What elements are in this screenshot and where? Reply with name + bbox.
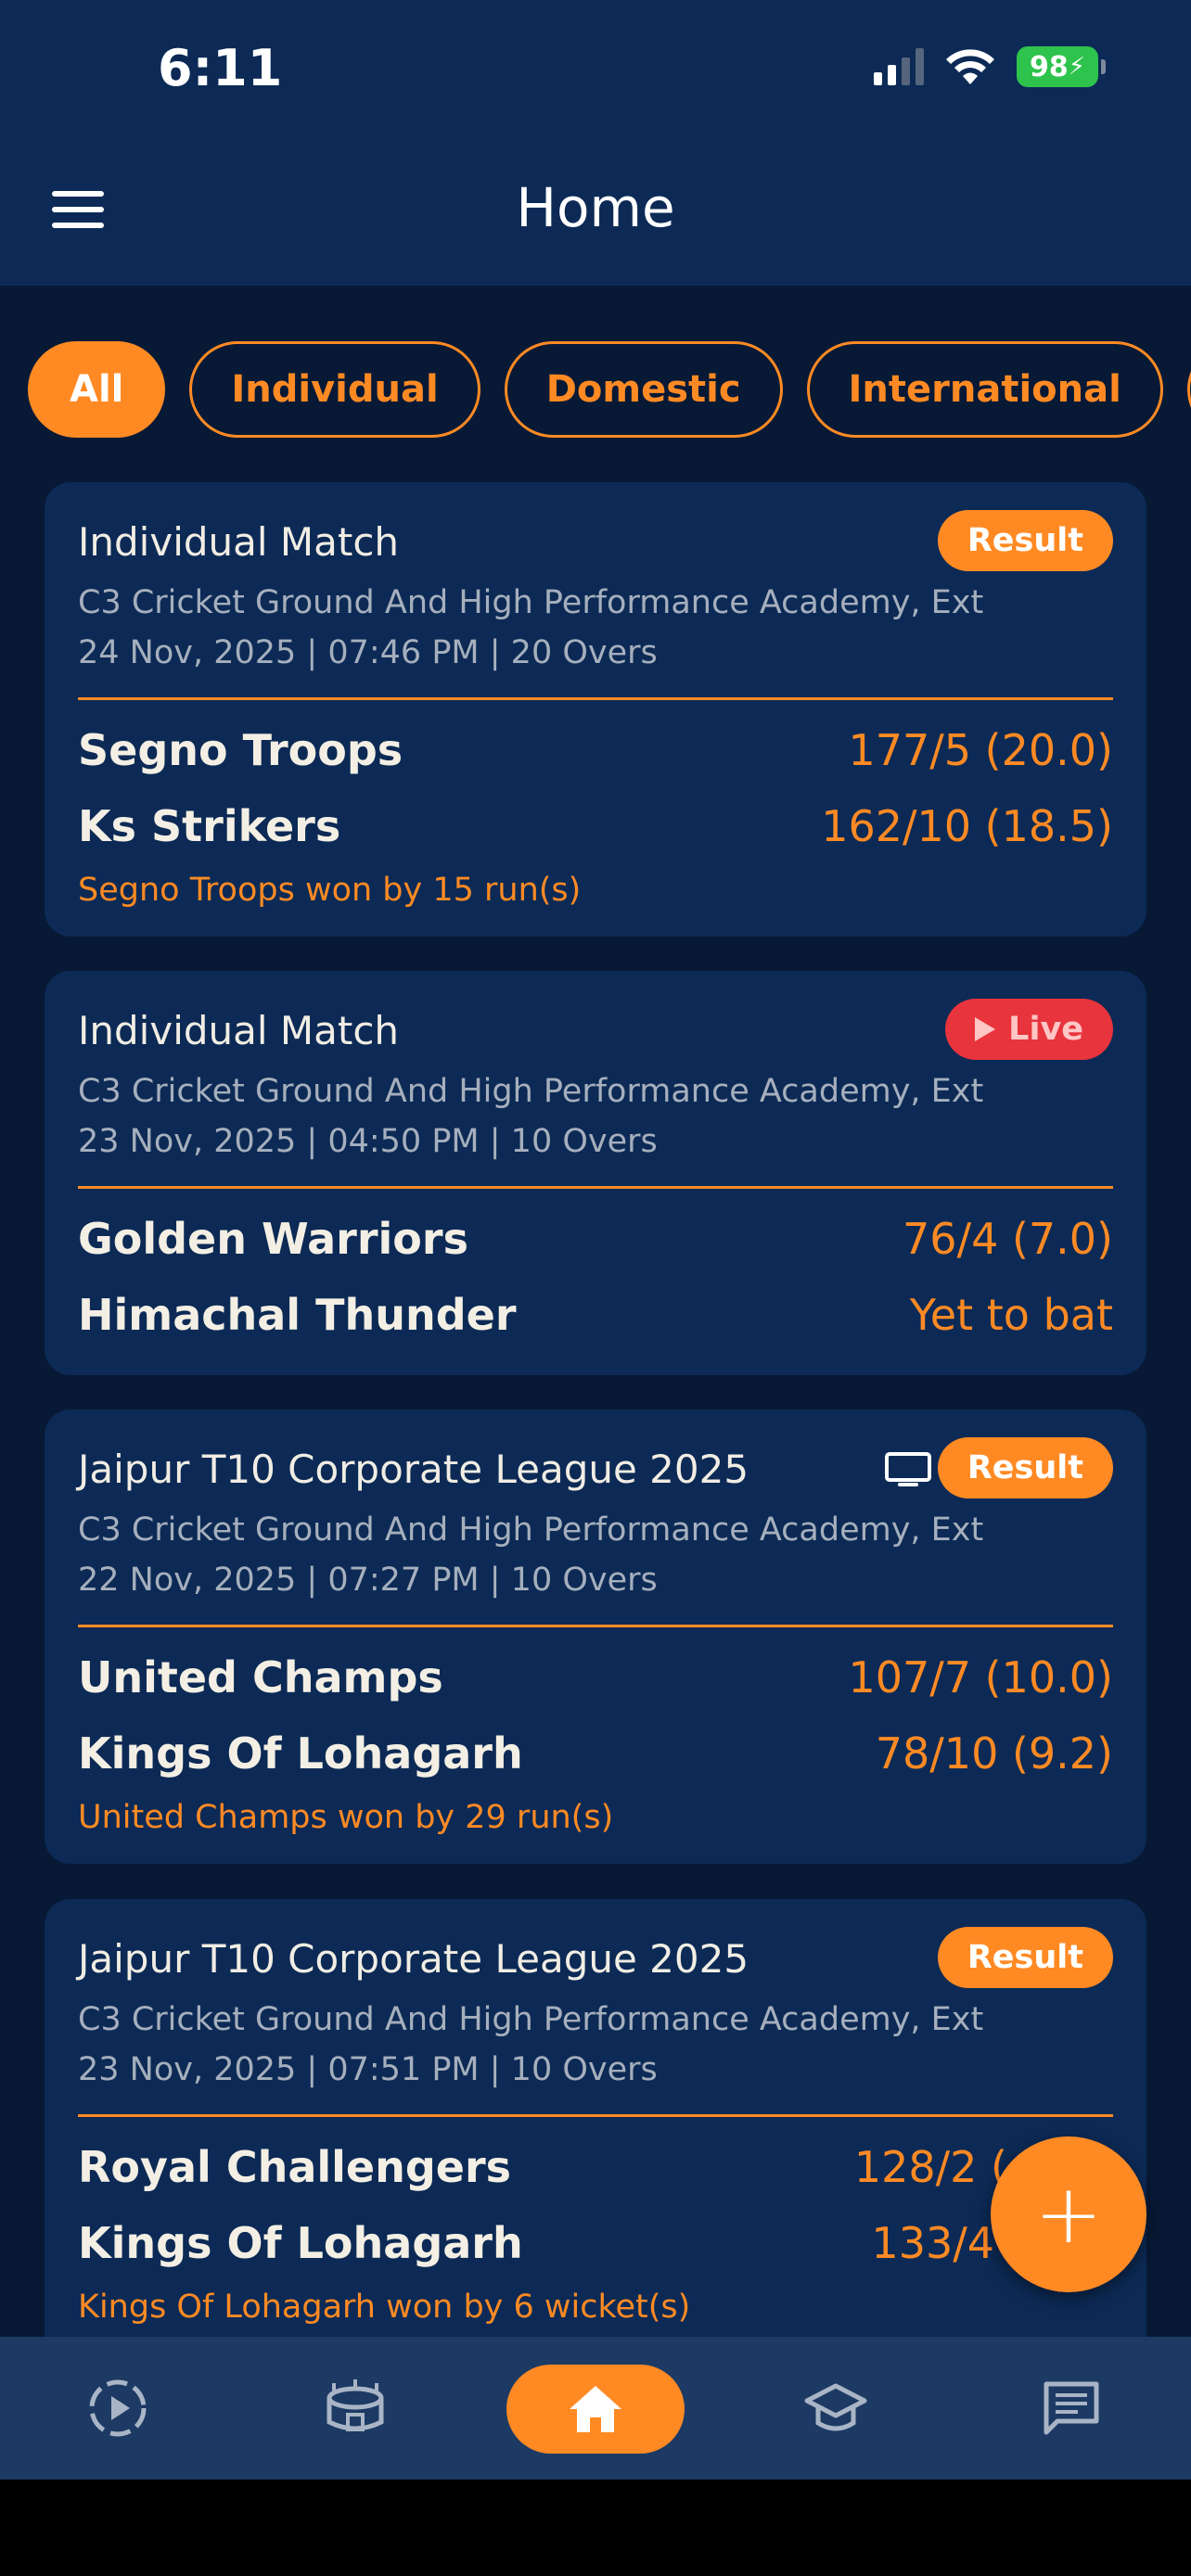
team-1-score: 76/4 (7.0) (903, 1214, 1113, 1264)
match-title: Jaipur T10 Corporate League 2025 (78, 1936, 749, 1982)
play-icon (975, 1017, 996, 1041)
match-meta: 23 Nov, 2025 | 07:51 PM | 10 Overs (78, 2051, 658, 2088)
wifi-icon (946, 49, 994, 84)
filter-chip-individual[interactable]: Individual (189, 341, 480, 438)
live-label: Live (1008, 1011, 1083, 1048)
team-1-name: Royal Challengers (78, 2142, 512, 2192)
battery-icon: 98 ⚡ (1017, 46, 1106, 87)
nav-live-icon[interactable] (76, 2366, 160, 2450)
result-badge: Result (937, 510, 1113, 571)
live-badge: Live (945, 999, 1113, 1060)
card-divider (78, 2114, 1113, 2117)
match-meta: 24 Nov, 2025 | 07:46 PM | 20 Overs (78, 634, 658, 671)
tv-icon[interactable] (885, 1452, 931, 1487)
team-1-name: United Champs (78, 1652, 443, 1702)
team-1-score: 177/5 (20.0) (848, 725, 1113, 775)
status-icons: 98 ⚡ (874, 46, 1106, 87)
filter-chip-international[interactable]: International (806, 341, 1163, 438)
nav-home-button[interactable] (506, 2365, 685, 2454)
match-card[interactable]: Jaipur T10 Corporate League 2025 Result … (45, 1899, 1146, 2381)
team-2-score: 133/4 (871, 2218, 994, 2268)
team-2-name: Kings Of Lohagarh (78, 2218, 523, 2268)
system-bottom-bar (0, 2480, 1191, 2576)
match-venue: C3 Cricket Ground And High Performance A… (78, 584, 984, 621)
team-1-name: Golden Warriors (78, 1214, 468, 1264)
team-2-score: 162/10 (18.5) (821, 801, 1113, 851)
team-1-score: 128/2 ( (853, 2142, 1007, 2192)
home-icon (570, 2386, 621, 2432)
team-2-name: Ks Strikers (78, 801, 341, 851)
app-header: 6:11 98 ⚡ Home (0, 0, 1191, 286)
match-card[interactable]: Individual Match Live C3 Cricket Ground … (45, 971, 1146, 1375)
team-2-score: Yet to bat (909, 1290, 1113, 1340)
nav-chat-icon[interactable] (1030, 2366, 1113, 2450)
match-result: Kings Of Lohagarh won by 6 wicket(s) (78, 2289, 691, 2326)
team-1-name: Segno Troops (78, 725, 403, 775)
nav-academy-icon[interactable] (794, 2366, 877, 2450)
battery-level: 98 (1029, 50, 1069, 83)
bottom-nav (0, 2337, 1191, 2480)
match-title: Jaipur T10 Corporate League 2025 (78, 1447, 749, 1492)
result-badge: Result (937, 1437, 1113, 1498)
filter-chip-domestic[interactable]: Domestic (504, 341, 783, 438)
match-card[interactable]: Individual Match Result C3 Cricket Groun… (45, 482, 1146, 937)
match-meta: 22 Nov, 2025 | 07:27 PM | 10 Overs (78, 1562, 658, 1599)
match-result: Segno Troops won by 15 run(s) (78, 872, 582, 909)
team-2-name: Himachal Thunder (78, 1290, 517, 1340)
match-venue: C3 Cricket Ground And High Performance A… (78, 2001, 984, 2038)
signal-icon (874, 48, 924, 85)
filter-chip-league[interactable]: L (1186, 341, 1191, 438)
filter-chip-all[interactable]: All (28, 341, 166, 438)
match-result: United Champs won by 29 run(s) (78, 1799, 614, 1836)
add-match-button[interactable]: + (991, 2136, 1146, 2292)
match-meta: 23 Nov, 2025 | 04:50 PM | 10 Overs (78, 1123, 658, 1160)
team-2-name: Kings Of Lohagarh (78, 1728, 523, 1779)
team-1-score: 107/7 (10.0) (848, 1652, 1113, 1702)
card-divider (78, 697, 1113, 700)
filter-chips: All Individual Domestic International L (28, 341, 1191, 438)
match-venue: C3 Cricket Ground And High Performance A… (78, 1511, 984, 1549)
home-screen: 6:11 98 ⚡ Home All Individual Domestic In… (0, 0, 1191, 2576)
page-title: Home (516, 176, 675, 239)
match-title: Individual Match (78, 519, 400, 565)
result-badge: Result (937, 1927, 1113, 1988)
card-divider (78, 1625, 1113, 1627)
status-time: 6:11 (158, 39, 283, 97)
plus-icon: + (1034, 2166, 1103, 2262)
team-2-score: 78/10 (9.2) (875, 1728, 1113, 1779)
match-venue: C3 Cricket Ground And High Performance A… (78, 1073, 984, 1110)
nav-stadium-icon[interactable] (314, 2366, 397, 2450)
match-title: Individual Match (78, 1008, 400, 1053)
card-divider (78, 1186, 1113, 1189)
match-card[interactable]: Jaipur T10 Corporate League 2025 Result … (45, 1409, 1146, 1864)
